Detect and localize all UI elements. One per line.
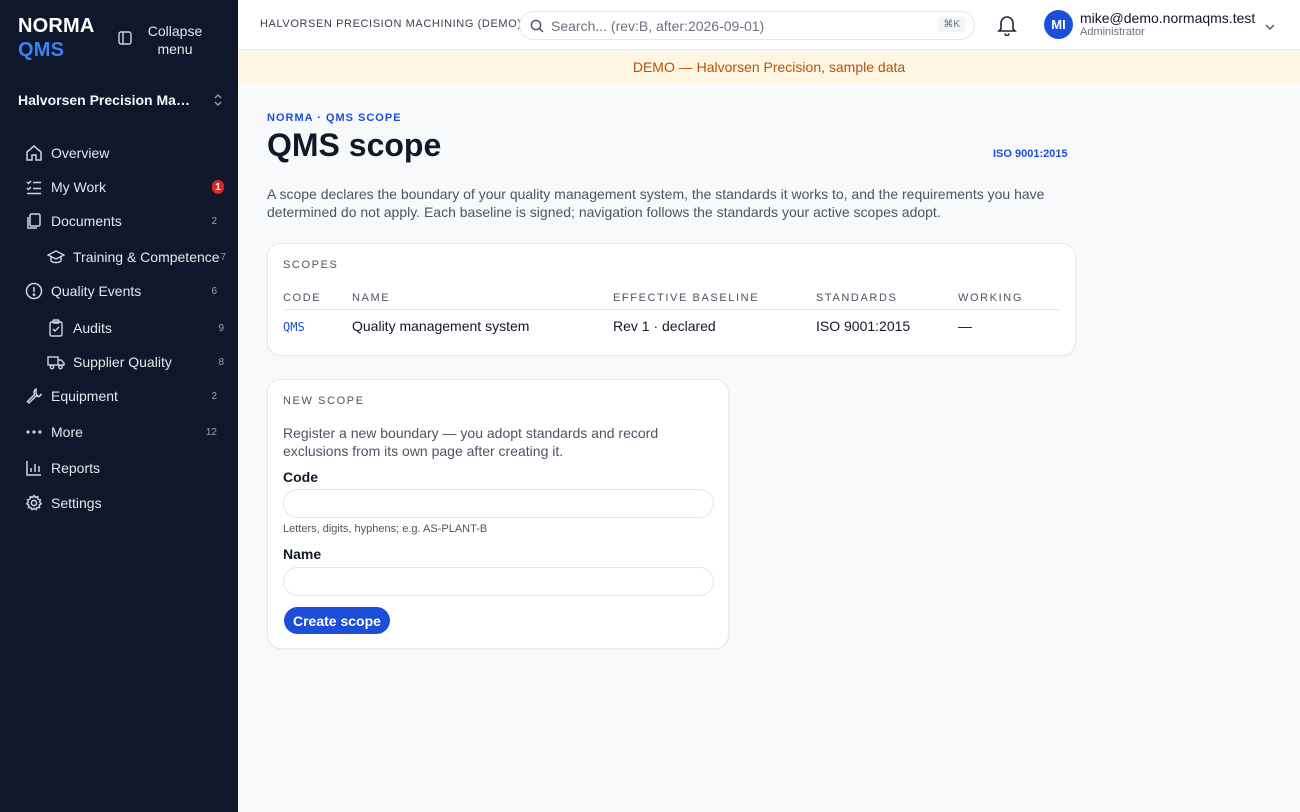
scope-name: Quality management system <box>352 318 530 334</box>
code-field[interactable] <box>283 489 714 518</box>
scope-standards: ISO 9001:2015 <box>816 318 911 334</box>
logo-line-1: NORMA <box>18 15 95 37</box>
gear-icon <box>24 493 44 513</box>
search-icon <box>530 19 544 33</box>
checklist-icon <box>24 177 44 197</box>
column-header-working: WORKING <box>958 292 1023 304</box>
item-count: 8 <box>218 356 224 368</box>
sidebar-item-label: Equipment <box>51 388 118 404</box>
avatar: MI <box>1044 10 1073 39</box>
sidebar-item-more[interactable]: More 12 <box>24 417 224 447</box>
logo-line-2: QMS <box>18 39 65 61</box>
sidebar-item-supplier-quality[interactable]: Supplier Quality 8 <box>46 347 226 377</box>
chevron-down-icon <box>1265 24 1275 30</box>
demo-banner: DEMO — Halvorsen Precision, sample data <box>238 51 1300 83</box>
user-email: mike@demo.normaqms.test <box>1080 10 1256 26</box>
more-dots-icon <box>24 422 44 442</box>
logo[interactable]: NORMA QMS <box>18 14 95 62</box>
sidebar-item-documents[interactable]: Documents 2 <box>24 206 224 236</box>
sidebar-item-label: Documents <box>51 213 122 229</box>
page-intro: A scope declares the boundary of your qu… <box>267 186 1045 220</box>
top-header: HALVORSEN PRECISION MACHINING (DEMO) ⌘K … <box>238 0 1300 50</box>
user-menu[interactable]: MI mike@demo.normaqms.test Administrator <box>1044 10 1275 39</box>
create-scope-button[interactable]: Create scope <box>284 607 390 634</box>
item-count: 2 <box>211 215 217 227</box>
sidebar-item-label: Audits <box>73 320 112 336</box>
code-label: Code <box>283 469 318 485</box>
name-field[interactable] <box>283 567 714 596</box>
chevron-up-down-icon <box>214 94 222 106</box>
collapse-menu-button[interactable]: Collapse menu <box>118 22 204 58</box>
column-header-code: CODE <box>283 292 322 304</box>
user-role: Administrator <box>1080 26 1145 38</box>
item-count: 2 <box>211 390 217 402</box>
sidebar-item-settings[interactable]: Settings <box>24 488 224 518</box>
scope-code-link[interactable]: QMS <box>283 320 305 334</box>
wrench-icon <box>24 386 44 406</box>
truck-icon <box>46 352 66 372</box>
sidebar-item-equipment[interactable]: Equipment 2 <box>24 381 224 411</box>
page-eyebrow: NORMA · QMS SCOPE <box>267 112 402 124</box>
home-icon <box>24 143 44 163</box>
org-title: HALVORSEN PRECISION MACHINING (DEMO) <box>260 18 522 30</box>
code-hint: Letters, digits, hyphens; e.g. AS-PLANT-… <box>283 523 488 535</box>
sidebar-item-label: More <box>51 424 83 440</box>
name-label: Name <box>283 546 322 562</box>
standard-tag: ISO 9001:2015 <box>993 148 1068 160</box>
sidebar-item-label: Reports <box>51 460 101 476</box>
org-switcher-label: Halvorsen Precision Machi... <box>18 92 194 108</box>
scope-working: — <box>958 318 972 334</box>
scopes-card: SCOPES CODE NAME EFFECTIVE BASELINE STAN… <box>267 243 1076 356</box>
sidebar-item-training-competence[interactable]: Training & Competence 7 <box>46 242 226 272</box>
sidebar-item-label: My Work <box>51 179 106 195</box>
column-header-standards: STANDARDS <box>816 292 898 304</box>
org-switcher[interactable]: Halvorsen Precision Machi... <box>18 92 223 108</box>
item-count: 6 <box>211 285 217 297</box>
sidebar-item-my-work[interactable]: My Work 1 <box>24 172 224 202</box>
sidebar-item-overview[interactable]: Overview <box>24 138 224 168</box>
sidebar-item-label: Overview <box>51 145 110 161</box>
sidebar-item-quality-events[interactable]: Quality Events 6 <box>24 276 224 306</box>
sidebar-item-label: Quality Events <box>51 283 142 299</box>
item-count: 7 <box>220 251 226 263</box>
item-count: 12 <box>205 426 217 438</box>
sidebar-item-reports[interactable]: Reports <box>24 453 224 483</box>
collapse-menu-label: Collapse menu <box>147 23 203 57</box>
item-count: 9 <box>218 322 224 334</box>
sidebar-toggle-icon <box>118 31 132 45</box>
bell-icon <box>997 16 1017 37</box>
column-header-name: NAME <box>352 292 391 304</box>
column-header-effective-baseline: EFFECTIVE BASELINE <box>613 292 760 304</box>
sidebar-item-label: Settings <box>51 495 102 511</box>
search-bar[interactable]: ⌘K <box>519 11 975 40</box>
search-input[interactable] <box>551 17 931 34</box>
scope-baseline: Rev 1 · declared <box>613 318 716 334</box>
graduation-cap-icon <box>46 247 66 267</box>
sidebar-item-audits[interactable]: Audits 9 <box>46 313 226 343</box>
documents-icon <box>24 211 44 231</box>
new-scope-description: Register a new boundary — you adopt stan… <box>283 425 659 459</box>
table-divider <box>283 309 1061 310</box>
keyboard-shortcut-hint: ⌘K <box>938 17 965 32</box>
sidebar-item-label: Supplier Quality <box>73 354 172 370</box>
new-scope-card: NEW SCOPE Register a new boundary — you … <box>267 379 729 649</box>
notification-badge: 1 <box>212 180 224 194</box>
clipboard-check-icon <box>46 318 66 338</box>
notifications-button[interactable] <box>997 14 1017 41</box>
sidebar: NORMA QMS Collapse menu Halvorsen Precis… <box>0 0 238 812</box>
scopes-card-label: SCOPES <box>283 259 339 271</box>
alert-circle-icon <box>24 281 44 301</box>
bar-chart-icon <box>24 458 44 478</box>
page-title: QMS scope <box>267 127 442 163</box>
sidebar-item-label: Training & Competence <box>73 249 220 265</box>
new-scope-card-label: NEW SCOPE <box>283 395 365 407</box>
